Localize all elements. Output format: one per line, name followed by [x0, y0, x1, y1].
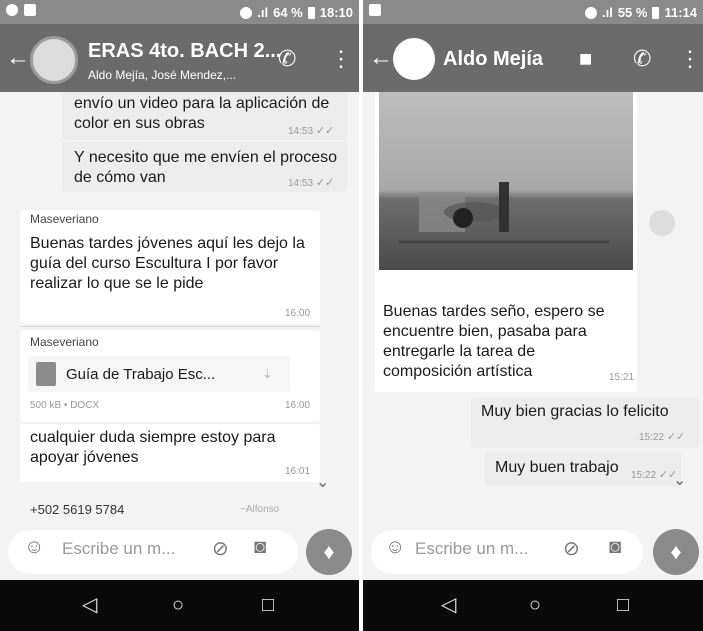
- call-icon[interactable]: ✆: [633, 46, 651, 72]
- message-text: Buenas tardes seño, espero se encuentre …: [383, 303, 605, 380]
- group-chat-screen: .ıl 64 % 18:10 ← ERAS 4to. BACH 2... Ald…: [0, 0, 359, 631]
- camera-icon[interactable]: ◙: [254, 536, 266, 559]
- last-sender-name: ~Alfonso: [240, 504, 280, 515]
- artwork-photo[interactable]: [379, 92, 633, 270]
- battery-icon: [652, 6, 660, 19]
- attach-icon[interactable]: ⊘: [212, 536, 229, 561]
- scroll-down-icon[interactable]: ⌄: [673, 470, 686, 490]
- composer-bar: ☺ Escribe un m... ⊘ ◙ ♦: [363, 525, 703, 580]
- message-time: 16:00: [285, 400, 311, 411]
- contact-name[interactable]: Aldo Mejía: [443, 48, 543, 71]
- scroll-down-icon[interactable]: ⌄: [316, 472, 329, 492]
- signal-icon: .ıl: [601, 5, 613, 20]
- more-vert-icon[interactable]: ⋮: [330, 46, 352, 72]
- add-call-icon[interactable]: ✆: [278, 46, 296, 72]
- status-bar: .ıl 55 % 11:14: [363, 0, 703, 24]
- emoji-icon[interactable]: ☺: [385, 536, 405, 559]
- contact-avatar[interactable]: [393, 38, 435, 80]
- message-text: Muy buen trabajo: [495, 459, 619, 476]
- nav-home-icon[interactable]: ○: [529, 595, 541, 615]
- notification-icon: [6, 4, 18, 16]
- message-time: 15:22 ✓✓: [631, 469, 678, 481]
- status-bar: .ıl 64 % 18:10: [0, 0, 359, 24]
- forward-icon[interactable]: [649, 210, 675, 236]
- document-icon: [36, 362, 56, 386]
- microphone-button[interactable]: ♦: [653, 529, 699, 575]
- message-time: 14:53 ✓✓: [288, 177, 335, 189]
- system-nav-bar: ◁ ○ □: [0, 580, 359, 631]
- camera-icon[interactable]: ◙: [609, 536, 621, 559]
- message-text: cualquier duda siempre estoy para apoyar…: [30, 429, 276, 466]
- document-name: Guía de Trabajo Esc...: [66, 366, 216, 383]
- nav-recents-icon[interactable]: □: [262, 595, 274, 615]
- signal-icon: .ıl: [257, 5, 269, 20]
- group-avatar[interactable]: [30, 36, 78, 84]
- data-saver-icon: [240, 6, 253, 19]
- nav-back-icon[interactable]: ◁: [82, 595, 97, 615]
- message-divider: [20, 326, 320, 327]
- message-text: Buenas tardes jóvenes aquí les dejo la g…: [30, 235, 305, 292]
- message-sender: Maseveriano: [30, 212, 99, 226]
- arrow-left-icon[interactable]: ←: [369, 46, 393, 70]
- image-notification-icon: [369, 4, 381, 16]
- document-meta: 500 kB • DOCX: [30, 400, 100, 411]
- attach-icon[interactable]: ⊘: [563, 536, 580, 561]
- message-time: 15:22 ✓✓: [639, 431, 686, 443]
- message-placeholder: Escribe un m...: [62, 539, 176, 558]
- clock: 11:14: [664, 5, 697, 20]
- message-time: 16:00: [285, 308, 311, 319]
- system-nav-bar: ◁ ○ □: [363, 580, 703, 631]
- group-title[interactable]: ERAS 4to. BACH 2...: [88, 40, 281, 63]
- chat-header: ← ERAS 4to. BACH 2... Aldo Mejía, José M…: [0, 24, 359, 92]
- message-list: envío un video para la aplicación de col…: [0, 92, 359, 525]
- battery-percent: 55 %: [617, 5, 648, 20]
- message-sender: Maseveriano: [30, 335, 99, 349]
- data-saver-icon: [584, 6, 597, 19]
- nav-recents-icon[interactable]: □: [617, 595, 629, 615]
- chat-header: ← Aldo Mejía ■ ✆ ⋮: [363, 24, 703, 92]
- emoji-icon[interactable]: ☺: [24, 536, 44, 559]
- battery-icon: [307, 6, 315, 19]
- message-time: 14:53 ✓✓: [288, 125, 335, 137]
- double-check-icon: ✓✓: [666, 431, 686, 443]
- download-icon[interactable]: ⇣: [262, 366, 273, 382]
- message-list: Buenas tardes seño, espero se encuentre …: [363, 92, 703, 525]
- message-time: 15:21: [609, 372, 635, 383]
- message-placeholder: Escribe un m...: [415, 539, 529, 558]
- more-vert-icon[interactable]: ⋮: [679, 46, 701, 72]
- double-check-icon: ✓✓: [315, 177, 335, 189]
- videocam-icon[interactable]: ■: [579, 46, 592, 72]
- arrow-left-icon[interactable]: ←: [6, 46, 30, 70]
- last-sender-phone: +502 5619 5784: [30, 502, 125, 517]
- screenshot-pair: .ıl 64 % 18:10 ← ERAS 4to. BACH 2... Ald…: [0, 0, 703, 631]
- message-text: Muy bien gracias lo felicito: [481, 403, 669, 420]
- nav-home-icon[interactable]: ○: [172, 595, 184, 615]
- artwork-image: [399, 182, 609, 244]
- composer-bar: ☺ Escribe un m... ⊘ ◙ ♦: [0, 525, 359, 580]
- group-members[interactable]: Aldo Mejía, José Mendez,...: [88, 68, 236, 82]
- clock: 18:10: [319, 5, 353, 20]
- direct-chat-screen: .ıl 55 % 11:14 ← Aldo Mejía ■ ✆ ⋮ Buenas…: [363, 0, 703, 631]
- battery-percent: 64 %: [273, 5, 303, 20]
- double-check-icon: ✓✓: [315, 125, 335, 137]
- message-time: 16:01: [285, 466, 311, 477]
- microphone-button[interactable]: ♦: [306, 529, 352, 575]
- nav-back-icon[interactable]: ◁: [441, 595, 456, 615]
- image-notification-icon: [24, 4, 36, 16]
